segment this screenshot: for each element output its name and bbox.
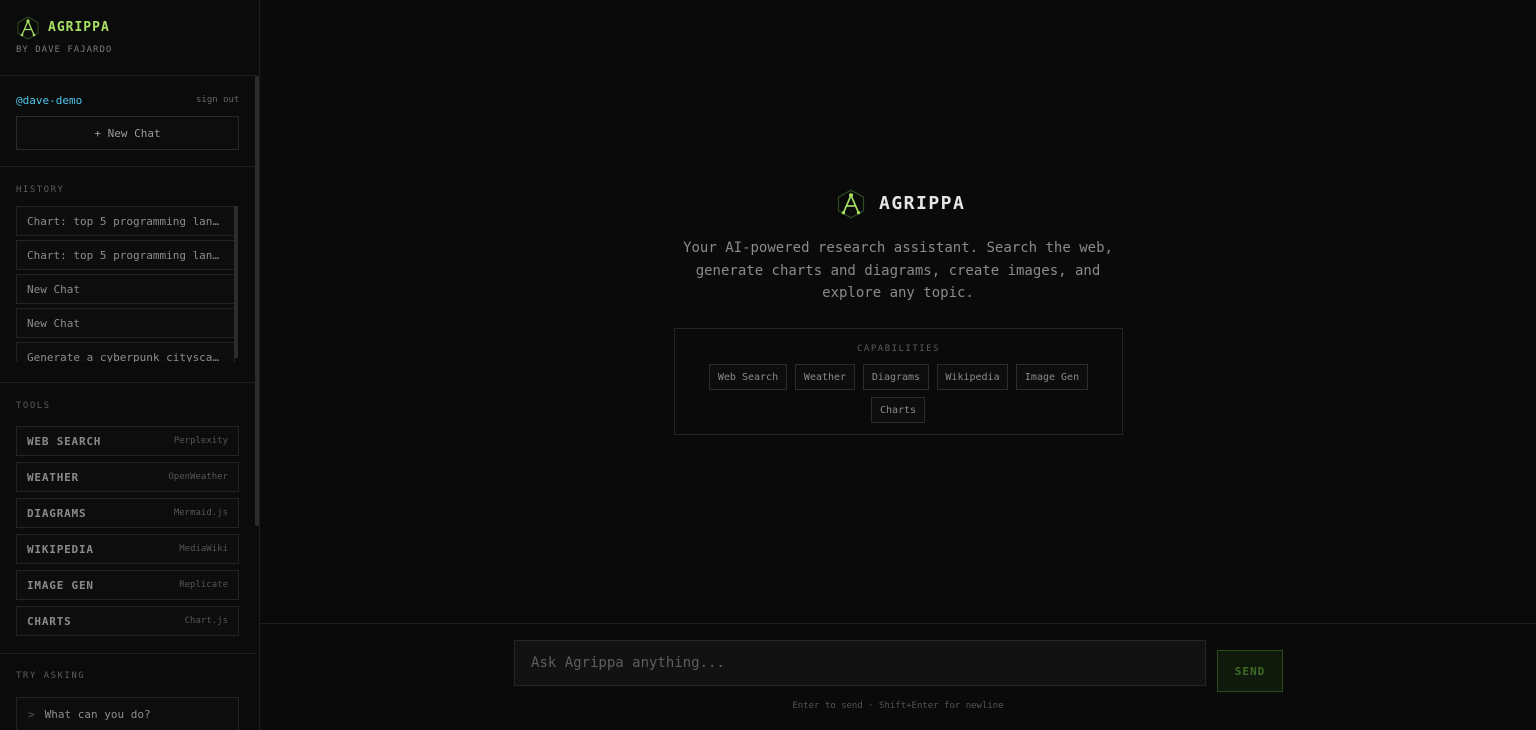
- try-asking-label: TRY ASKING: [16, 671, 86, 681]
- hero-description: Your AI-powered research assistant. Sear…: [683, 240, 1113, 301]
- tool-source: OpenWeather: [168, 472, 228, 482]
- history-item[interactable]: Chart: top 5 programming languages: [16, 206, 235, 236]
- chat-input[interactable]: [514, 640, 1206, 686]
- new-chat-button[interactable]: + New Chat: [16, 116, 239, 150]
- tool-name: WEATHER: [27, 470, 79, 484]
- tool-wikipedia[interactable]: WIKIPEDIA MediaWiki: [16, 534, 239, 564]
- sidebar: AGRIPPA BY DAVE FAJARDO @dave-demo sign …: [0, 0, 260, 730]
- composer-divider: [260, 623, 1536, 624]
- tool-source: MediaWiki: [179, 544, 228, 554]
- tool-diagrams[interactable]: DIAGRAMS Mermaid.js: [16, 498, 239, 528]
- history-item[interactable]: New Chat: [16, 308, 235, 338]
- capability-chip: Weather: [795, 364, 855, 390]
- sidebar-scrollbar[interactable]: [255, 76, 259, 526]
- composer-hint: Enter to send · Shift+Enter for newline: [792, 701, 1004, 711]
- user-handle: @dave-demo: [16, 94, 83, 107]
- history-label: HISTORY: [16, 185, 65, 195]
- history-item-label: New Chat: [27, 316, 80, 330]
- hero-title: AGRIPPA: [879, 193, 966, 214]
- history-item-label: Chart: top 5 programming languages: [27, 248, 224, 262]
- history-item-label: New Chat: [27, 282, 80, 296]
- tool-source: Chart.js: [184, 616, 228, 626]
- history-scrollbar[interactable]: [234, 206, 238, 358]
- history-item-label: Generate a cyberpunk cityscape: [27, 350, 224, 363]
- tool-source: Perplexity: [173, 436, 228, 446]
- history-item[interactable]: New Chat: [16, 274, 235, 304]
- tool-name: WEB SEARCH: [27, 434, 102, 448]
- tool-web-search[interactable]: WEB SEARCH Perplexity: [16, 426, 239, 456]
- capability-chip: Wikipedia: [937, 364, 1008, 390]
- suggestion-text: What can you do?: [44, 707, 151, 721]
- agrippa-logo-icon: [17, 16, 39, 40]
- main-area: AGRIPPA Your AI-powered research assista…: [260, 0, 1536, 730]
- capability-chip: Web Search: [709, 364, 787, 390]
- history-list: Chart: top 5 programming languages Chart…: [16, 206, 239, 362]
- divider: [0, 653, 256, 654]
- sign-out-link[interactable]: sign out: [196, 95, 239, 105]
- brand: AGRIPPA BY DAVE FAJARDO: [16, 16, 246, 60]
- tool-name: IMAGE GEN: [27, 578, 94, 592]
- capability-chip: Image Gen: [1016, 364, 1088, 390]
- tool-name: DIAGRAMS: [27, 506, 87, 520]
- tool-charts[interactable]: CHARTS Chart.js: [16, 606, 239, 636]
- capabilities-label: CAPABILITIES: [856, 344, 941, 354]
- tool-name: WIKIPEDIA: [27, 542, 94, 556]
- history-item[interactable]: Generate a cyberpunk cityscape: [16, 342, 235, 362]
- capabilities-panel: CAPABILITIES Web Search Weather Diagrams…: [674, 328, 1123, 435]
- tools-label: TOOLS: [16, 401, 51, 411]
- divider: [0, 75, 256, 76]
- app-window: AGRIPPA BY DAVE FAJARDO @dave-demo sign …: [0, 0, 1536, 730]
- capability-chip: Charts: [871, 397, 925, 423]
- prompt-caret-icon: >: [28, 707, 35, 721]
- send-button[interactable]: SEND: [1217, 650, 1283, 692]
- brand-byline: BY DAVE FAJARDO: [16, 45, 113, 55]
- tool-source: Replicate: [179, 580, 228, 590]
- history-item-label: Chart: top 5 programming languages: [27, 214, 224, 228]
- divider: [0, 166, 256, 167]
- tool-weather[interactable]: WEATHER OpenWeather: [16, 462, 239, 492]
- suggestion-item[interactable]: > What can you do?: [16, 697, 239, 730]
- divider: [0, 382, 256, 383]
- tool-source: Mermaid.js: [173, 508, 228, 518]
- capability-chip: Diagrams: [863, 364, 929, 390]
- tool-image-gen[interactable]: IMAGE GEN Replicate: [16, 570, 239, 600]
- agrippa-logo-icon: [837, 189, 865, 219]
- history-item[interactable]: Chart: top 5 programming languages: [16, 240, 235, 270]
- brand-name: AGRIPPA: [48, 20, 110, 35]
- tool-name: CHARTS: [27, 614, 72, 628]
